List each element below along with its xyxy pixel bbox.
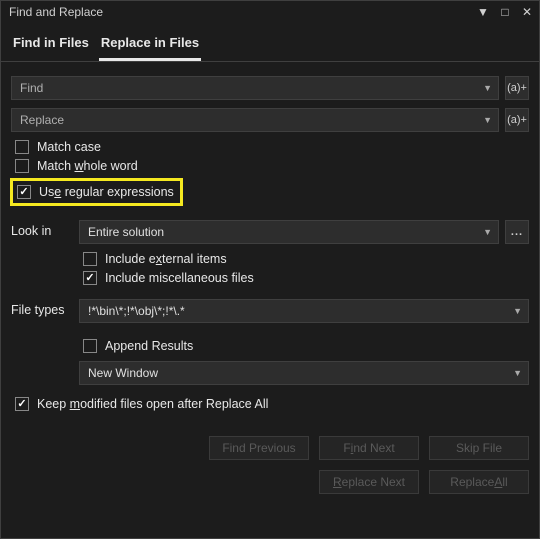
chevron-down-icon[interactable]: ▼ xyxy=(513,368,522,378)
regex-highlight: Use regular expressions xyxy=(10,178,183,206)
use-regex-checkbox[interactable] xyxy=(17,185,31,199)
keep-open-checkbox[interactable] xyxy=(15,397,29,411)
whole-word-checkbox[interactable] xyxy=(15,159,29,173)
append-results-label: Append Results xyxy=(105,339,193,353)
find-input[interactable]: Find ▼ xyxy=(11,76,499,100)
whole-word-label: Match whole word xyxy=(37,159,138,173)
tab-replace-in-files[interactable]: Replace in Files xyxy=(99,29,201,61)
external-items-row: Include external items xyxy=(83,252,529,266)
misc-files-row: Include miscellaneous files xyxy=(83,271,529,285)
filetypes-value: !*\bin\*;!*\obj\*;!*\.* xyxy=(88,304,185,318)
find-replace-window: Find and Replace ▼ □ ✕ Find in Files Rep… xyxy=(0,0,540,539)
match-case-row: Match case xyxy=(15,140,529,154)
tab-bar: Find in Files Replace in Files xyxy=(1,23,539,62)
external-items-label: Include external items xyxy=(105,252,227,266)
dropdown-icon[interactable]: ▼ xyxy=(475,4,491,20)
regex-helper-find-button[interactable]: (a)+ xyxy=(505,76,529,100)
window-title: Find and Replace xyxy=(9,5,103,19)
chevron-down-icon[interactable]: ▼ xyxy=(513,306,522,316)
filetypes-label: File types xyxy=(11,299,69,323)
match-case-checkbox[interactable] xyxy=(15,140,29,154)
whole-word-row: Match whole word xyxy=(15,159,529,173)
skip-file-button[interactable]: Skip File xyxy=(429,436,529,460)
lookin-dropdown[interactable]: Entire solution ▼ xyxy=(79,220,499,244)
external-items-checkbox[interactable] xyxy=(83,252,97,266)
append-results-row: Append Results xyxy=(83,339,529,353)
find-previous-button[interactable]: Find Previous xyxy=(209,436,309,460)
use-regex-label: Use regular expressions xyxy=(39,185,174,199)
titlebar: Find and Replace ▼ □ ✕ xyxy=(1,1,539,23)
chevron-down-icon[interactable]: ▼ xyxy=(483,227,492,237)
chevron-down-icon[interactable]: ▼ xyxy=(483,83,492,93)
replace-placeholder: Replace xyxy=(20,113,64,127)
match-case-label: Match case xyxy=(37,140,101,154)
keep-open-row: Keep modified files open after Replace A… xyxy=(15,397,529,411)
lookin-value: Entire solution xyxy=(88,225,164,239)
append-results-checkbox[interactable] xyxy=(83,339,97,353)
replace-input[interactable]: Replace ▼ xyxy=(11,108,499,132)
keep-open-label: Keep modified files open after Replace A… xyxy=(37,397,268,411)
regex-helper-replace-button[interactable]: (a)+ xyxy=(505,108,529,132)
browse-button[interactable]: ... xyxy=(505,220,529,244)
find-next-button[interactable]: Find Next xyxy=(319,436,419,460)
lookin-label: Look in xyxy=(11,220,69,244)
misc-files-checkbox[interactable] xyxy=(83,271,97,285)
replace-next-button[interactable]: Replace Next xyxy=(319,470,419,494)
replace-all-button[interactable]: Replace All xyxy=(429,470,529,494)
chevron-down-icon[interactable]: ▼ xyxy=(483,115,492,125)
close-icon[interactable]: ✕ xyxy=(519,4,535,20)
misc-files-label: Include miscellaneous files xyxy=(105,271,254,285)
tab-find-in-files[interactable]: Find in Files xyxy=(11,29,91,61)
filetypes-input[interactable]: !*\bin\*;!*\obj\*;!*\.* ▼ xyxy=(79,299,529,323)
result-window-value: New Window xyxy=(88,366,158,380)
result-window-dropdown[interactable]: New Window ▼ xyxy=(79,361,529,385)
maximize-icon[interactable]: □ xyxy=(497,4,513,20)
find-placeholder: Find xyxy=(20,81,43,95)
